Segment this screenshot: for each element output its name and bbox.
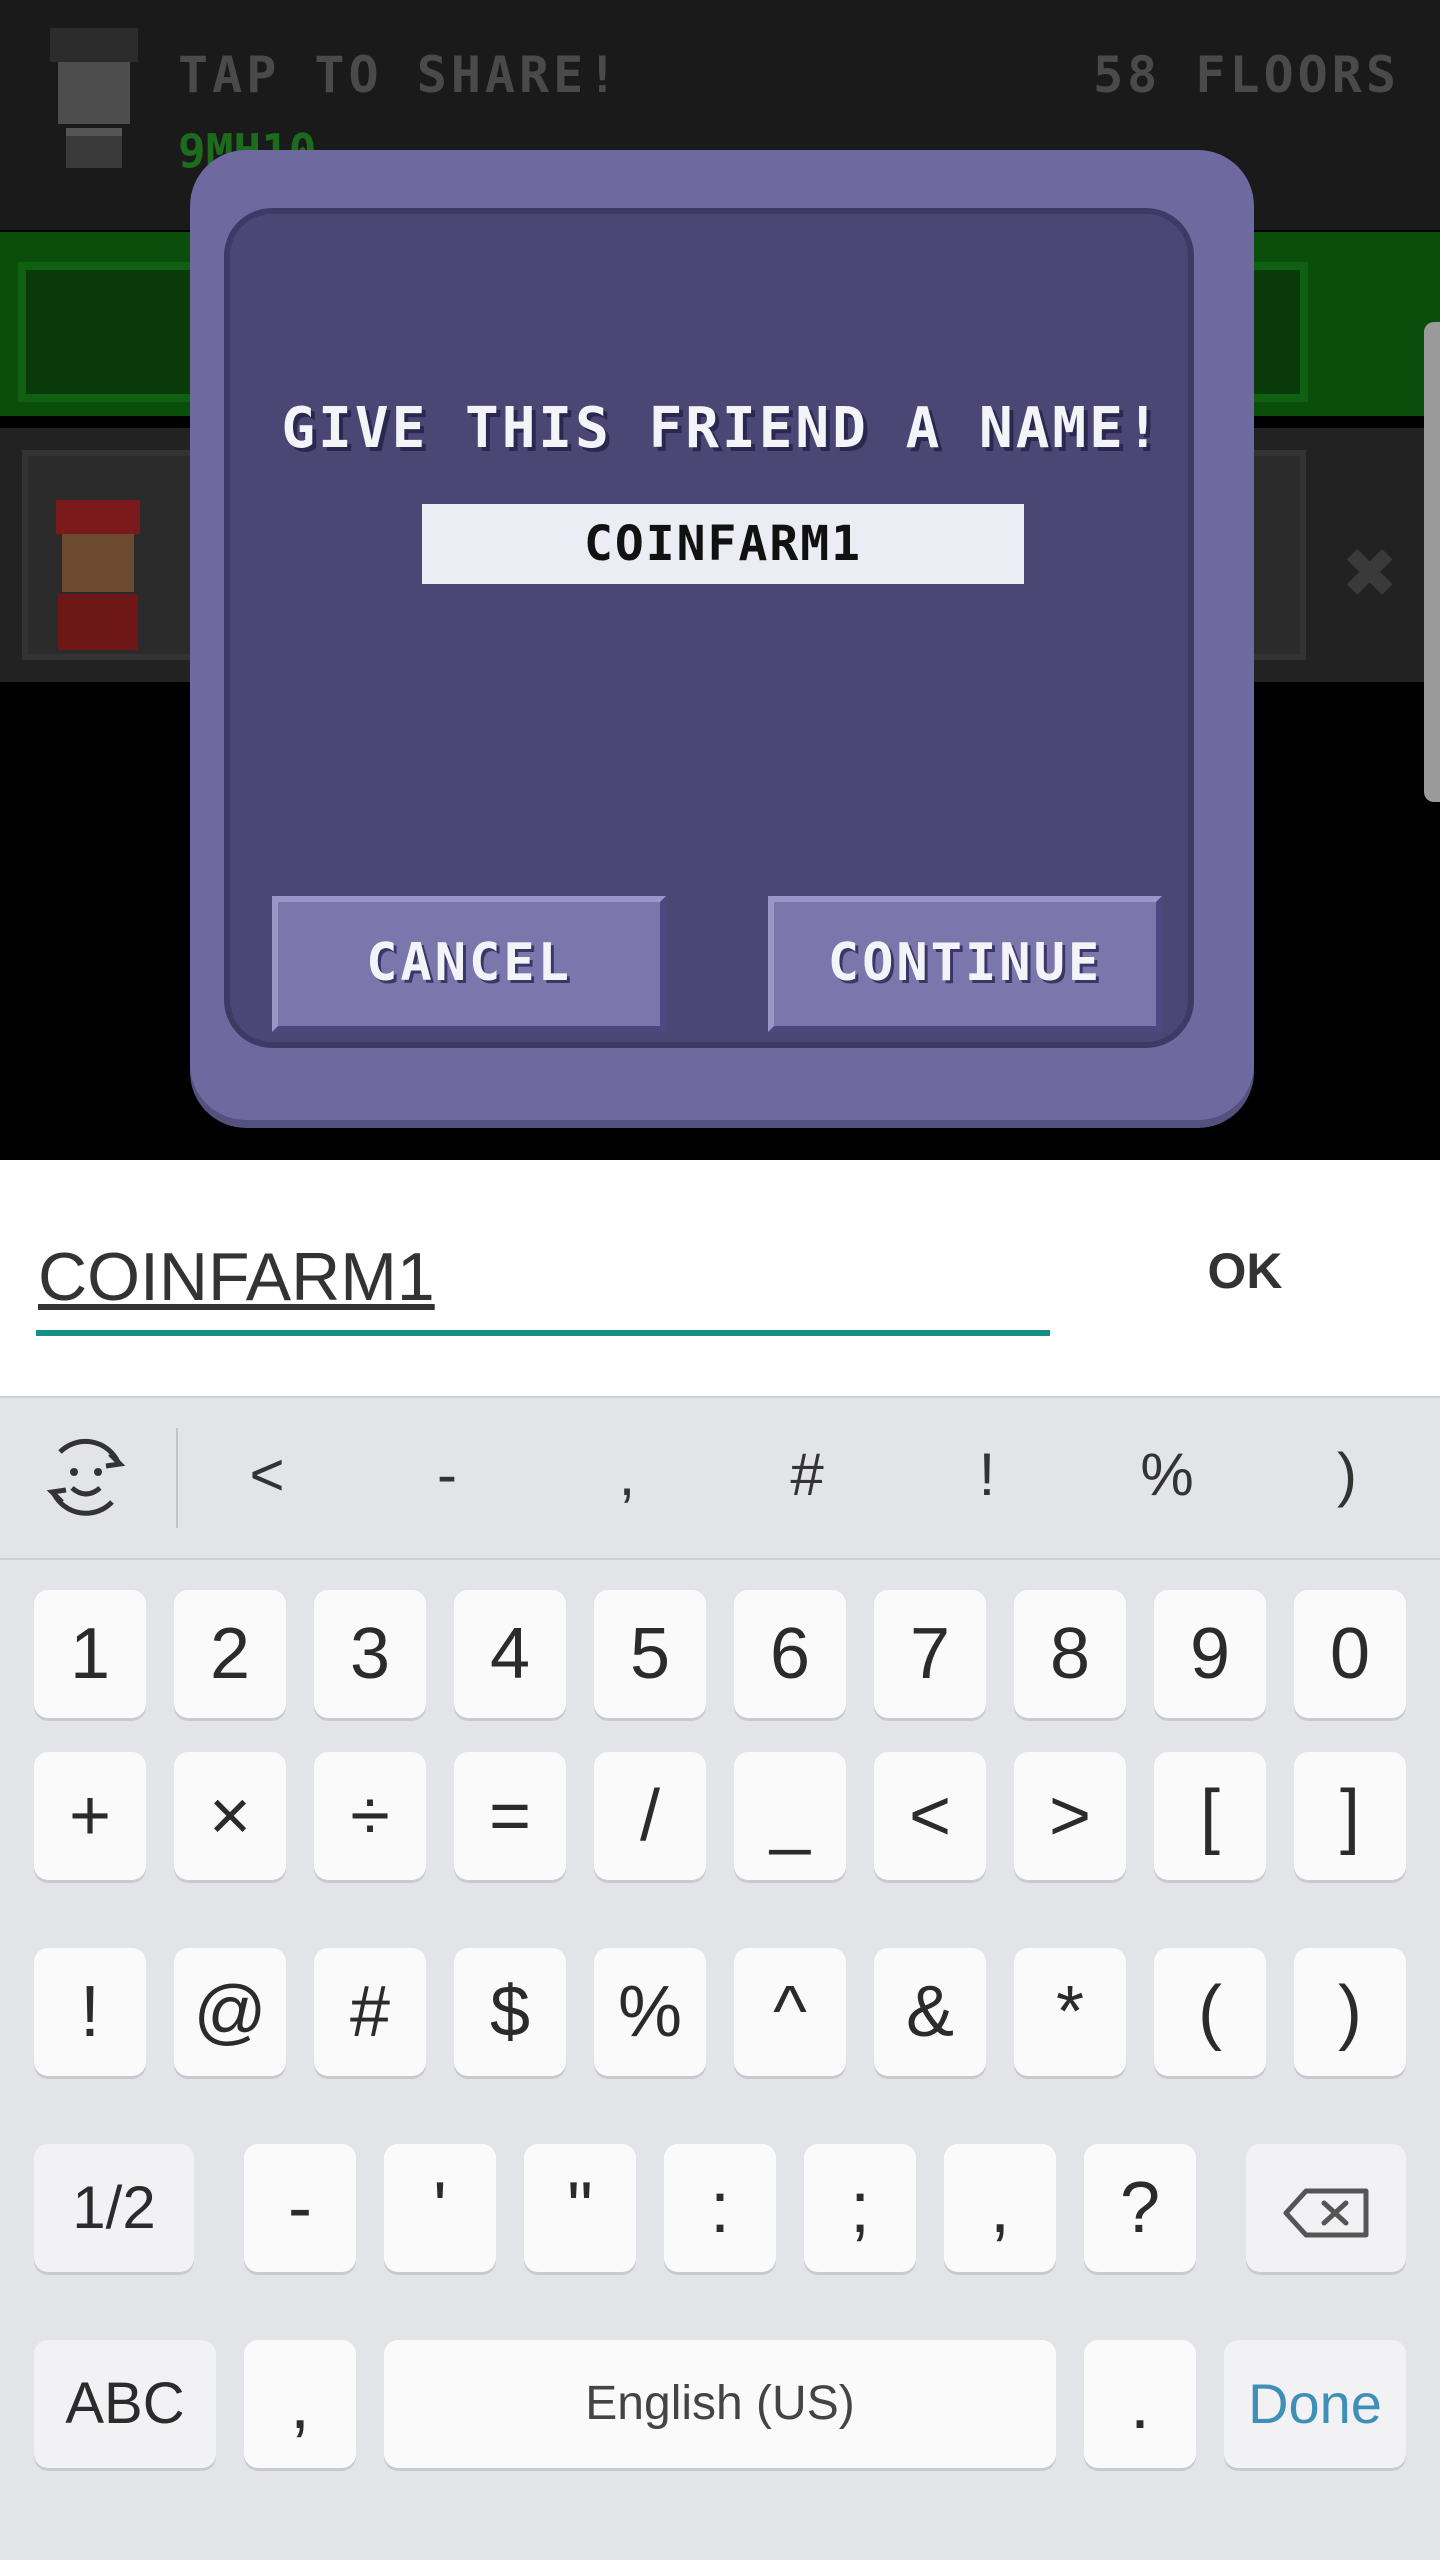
name-friend-dialog: GIVE THIS FRIEND A NAME! COINFARM1 CANCE… [190,150,1254,1120]
key[interactable]: ? [1084,2144,1196,2272]
suggestion-key[interactable]: - [402,1440,492,1520]
suggestion-key[interactable]: ) [1302,1440,1392,1520]
key[interactable]: ! [34,1948,146,2076]
share-label[interactable]: TAP TO SHARE! [178,46,621,104]
key[interactable]: × [174,1752,286,1880]
key[interactable]: & [874,1948,986,2076]
key[interactable]: 1 [34,1590,146,1718]
floors-count: 58 FLOORS [1093,46,1400,104]
key[interactable]: 2 [174,1590,286,1718]
key[interactable]: * [1014,1948,1126,2076]
key[interactable]: : [664,2144,776,2272]
key[interactable]: $ [454,1948,566,2076]
key[interactable]: 8 [1014,1590,1126,1718]
page-toggle-key[interactable]: 1/2 [34,2144,194,2272]
cancel-button[interactable]: CANCEL [272,896,666,1032]
continue-button[interactable]: CONTINUE [768,896,1162,1032]
abc-key[interactable]: ABC [34,2340,216,2468]
key[interactable]: - [244,2144,356,2272]
backspace-icon [1282,2187,1370,2239]
comma-key[interactable]: , [244,2340,356,2468]
key[interactable]: 4 [454,1590,566,1718]
key[interactable]: < [874,1752,986,1880]
backspace-key[interactable] [1246,2144,1406,2272]
key[interactable]: # [314,1948,426,2076]
key[interactable]: 0 [1294,1590,1406,1718]
key[interactable]: " [524,2144,636,2272]
space-key[interactable]: English (US) [384,2340,1056,2468]
key[interactable]: = [454,1752,566,1880]
key[interactable]: / [594,1752,706,1880]
done-key[interactable]: Done [1224,2340,1406,2468]
key[interactable]: + [34,1752,146,1880]
period-key[interactable]: . [1084,2340,1196,2468]
key[interactable]: ^ [734,1948,846,2076]
suggestion-key[interactable]: , [582,1440,672,1520]
key[interactable]: 3 [314,1590,426,1718]
edge-panel-handle[interactable] [1424,322,1440,802]
key[interactable]: 6 [734,1590,846,1718]
key[interactable]: ; [804,2144,916,2272]
name-input[interactable]: COINFARM1 [38,1238,435,1316]
key[interactable]: [ [1154,1752,1266,1880]
ok-button[interactable]: OK [1170,1242,1320,1312]
key[interactable]: 7 [874,1590,986,1718]
suggestion-key[interactable]: < [222,1440,312,1520]
key[interactable]: , [944,2144,1056,2272]
key[interactable]: 9 [1154,1590,1266,1718]
emoji-icon[interactable] [40,1432,132,1524]
key[interactable]: 5 [594,1590,706,1718]
key[interactable]: > [1014,1752,1126,1880]
key[interactable]: ' [384,2144,496,2272]
bellhop-avatar [48,500,148,650]
key[interactable]: % [594,1948,706,2076]
suggestion-strip [0,1396,1440,1560]
suggestion-key[interactable]: # [762,1440,852,1520]
key[interactable]: @ [174,1948,286,2076]
key[interactable]: ] [1294,1752,1406,1880]
suggestion-key[interactable]: % [1122,1440,1212,1520]
player-avatar [44,28,144,168]
friend-name-field[interactable]: COINFARM1 [422,504,1024,584]
suggestion-divider [176,1428,178,1528]
key[interactable]: _ [734,1752,846,1880]
key[interactable]: ) [1294,1948,1406,2076]
key[interactable]: ( [1154,1948,1266,2076]
remove-friend-icon[interactable]: ✖ [1344,520,1398,625]
input-underline [36,1330,1050,1336]
dialog-title: GIVE THIS FRIEND A NAME! [281,396,1163,461]
suggestion-key[interactable]: ! [942,1440,1032,1520]
key[interactable]: ÷ [314,1752,426,1880]
